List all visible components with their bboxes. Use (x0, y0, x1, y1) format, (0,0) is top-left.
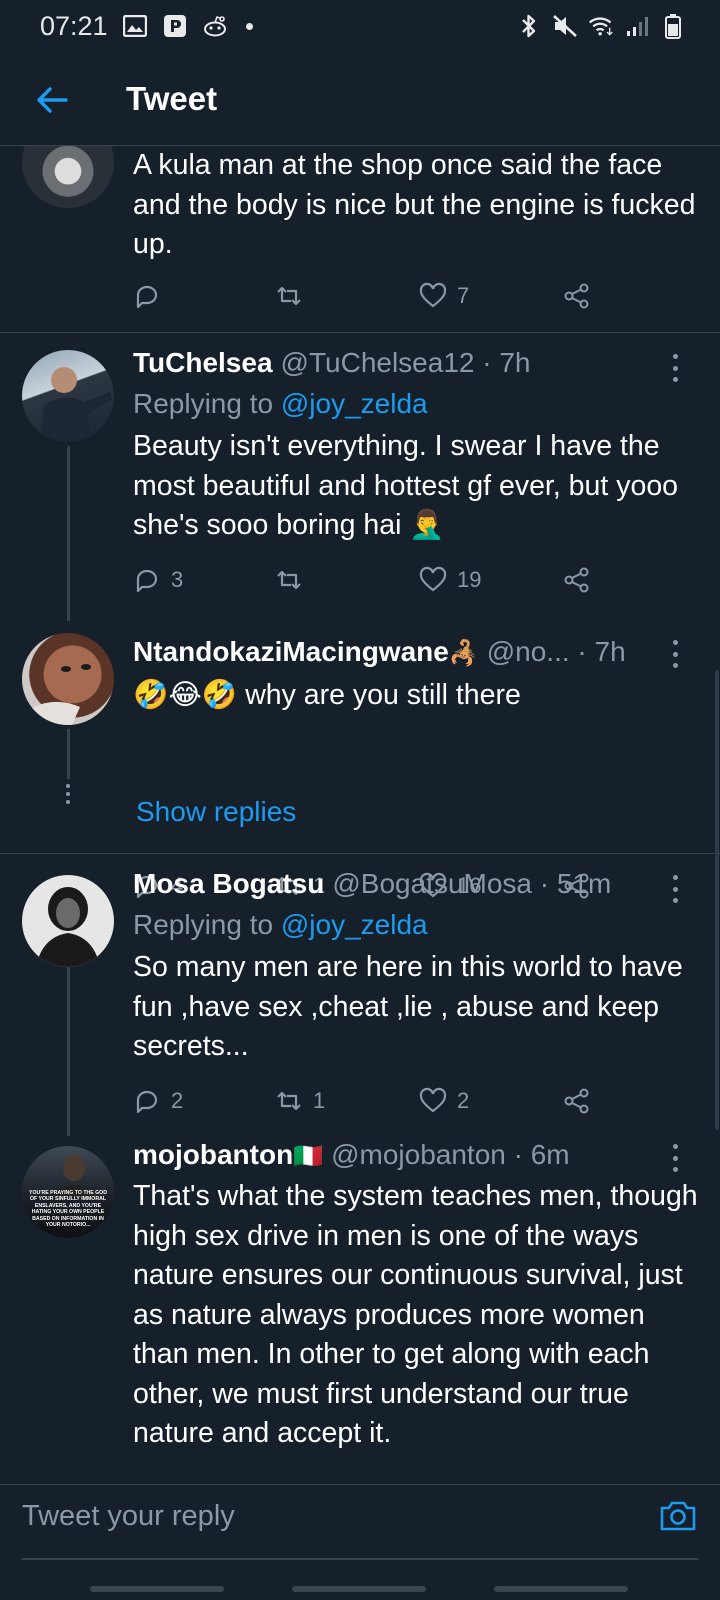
mute-icon (552, 13, 578, 39)
nav-back[interactable] (494, 1586, 628, 1592)
arrow-left-icon (37, 87, 68, 113)
app-notification-icon (162, 13, 188, 39)
reply-count: 3 (171, 567, 184, 592)
status-time: 07:21 (40, 10, 108, 41)
heart-icon (419, 566, 447, 592)
tweet-text: So many men are here in this world to ha… (133, 951, 683, 1062)
camera-icon (660, 1501, 696, 1531)
like-button[interactable]: 7 (419, 279, 469, 313)
tweet-actions: 7 (133, 279, 603, 313)
replying-to-label: Replying to (133, 388, 281, 419)
reddit-icon (202, 13, 228, 39)
gallery-icon (122, 13, 148, 39)
avatar[interactable] (22, 146, 114, 208)
bluetooth-icon (516, 13, 542, 39)
replying-to-label: Replying to (133, 909, 281, 940)
like-count: 7 (457, 283, 470, 308)
tweet-text: That's what the system teaches men, thou… (133, 1180, 698, 1449)
author-handle: @no... · 7h (486, 636, 626, 667)
more-options-button[interactable] (668, 640, 682, 668)
reply-input-underline (22, 1558, 698, 1560)
author-name[interactable]: mojobanton (133, 1139, 293, 1171)
share-icon (564, 567, 589, 593)
reply-count: 2 (171, 1088, 184, 1113)
nav-home[interactable] (292, 1586, 426, 1592)
back-button[interactable] (30, 78, 74, 122)
avatar[interactable] (22, 875, 114, 967)
heart-icon (419, 282, 447, 308)
reply-divider (0, 1484, 720, 1485)
author-handle: @mojobanton · 6m (331, 1139, 570, 1170)
avatar[interactable]: YOU'RE PRAYING TO THE GOD OF YOUR SINFUL… (22, 1146, 114, 1238)
retweet-count: 1 (313, 1088, 326, 1113)
mention-link[interactable]: @joy_zelda (281, 909, 428, 940)
replying-to: Replying to @joy_zelda (133, 388, 428, 420)
notification-dot (245, 22, 253, 30)
share-icon (564, 1088, 589, 1114)
status-bar: 07:21 (0, 0, 720, 52)
replies-list[interactable]: A kula man at the shop once said the fac… (0, 146, 720, 1484)
show-replies-link[interactable]: Show replies (136, 796, 296, 828)
tweet[interactable]: Mosa Bogatsu @BogatsuMosa · 51m Replying… (0, 853, 720, 1139)
author-name[interactable]: Mosa Bogatsu (133, 868, 324, 900)
like-button[interactable]: 19 (419, 563, 481, 597)
retweet-button[interactable] (275, 279, 313, 313)
tweet-actions: 2 1 2 (133, 1084, 603, 1118)
tweet[interactable]: A kula man at the shop once said the fac… (0, 146, 720, 332)
avatar-caption: YOU'RE PRAYING TO THE GOD OF YOUR SINFUL… (29, 1190, 107, 1229)
retweet-icon (277, 570, 301, 590)
like-count: 19 (457, 567, 482, 592)
share-button[interactable] (563, 563, 591, 597)
reply-bar: Tweet your reply (0, 1486, 720, 1560)
tweet[interactable]: YOU'RE PRAYING TO THE GOD OF YOUR SINFUL… (0, 1139, 720, 1484)
share-button[interactable] (563, 1084, 591, 1118)
author-name[interactable]: NtandokaziMacingwane (133, 636, 449, 668)
reply-button[interactable]: 3 (133, 563, 183, 597)
reply-icon (136, 285, 158, 309)
camera-button[interactable] (658, 1496, 698, 1536)
italy-flag-emoji: 🇮🇹 (293, 1143, 324, 1170)
reply-button[interactable] (133, 279, 171, 313)
retweet-icon (277, 1091, 301, 1111)
author-handle: @TuChelsea12 · 7h (280, 347, 531, 378)
reply-input[interactable]: Tweet your reply (22, 1500, 235, 1533)
author-name[interactable]: TuChelsea (133, 347, 273, 379)
scorpion-emoji: 🦂 (448, 640, 479, 667)
avatar[interactable] (22, 350, 114, 442)
share-button[interactable] (563, 279, 591, 313)
top-app-bar: Tweet (0, 62, 720, 144)
retweet-button[interactable]: 1 (275, 1084, 325, 1118)
retweet-icon (277, 286, 301, 306)
tweet[interactable]: TuChelsea @TuChelsea12 · 7h Replying to … (0, 332, 720, 630)
heart-icon (419, 1087, 447, 1113)
tweet[interactable]: NtandokaziMacingwane 🦂 @no... · 7h 🤣😂🤣 wh… (0, 630, 720, 836)
share-icon (564, 283, 589, 309)
tweet-text: 🤣😂🤣 why are you still there (133, 679, 521, 711)
mention-link[interactable]: @joy_zelda (281, 388, 428, 419)
tweet-text: A kula man at the shop once said the fac… (133, 149, 696, 260)
tweet-actions: 3 19 (133, 563, 603, 597)
page-title: Tweet (126, 80, 218, 117)
like-count: 2 (457, 1088, 470, 1113)
like-button[interactable]: 2 (419, 1084, 469, 1118)
wifi-icon (588, 13, 614, 39)
more-options-button[interactable] (668, 875, 682, 903)
signal-icon (624, 13, 650, 39)
reply-icon (136, 569, 158, 593)
tweet-text: Beauty isn't everything. I swear I have … (133, 430, 679, 541)
more-options-button[interactable] (668, 1144, 682, 1172)
reply-icon (136, 1090, 158, 1114)
reply-button[interactable]: 2 (133, 1084, 183, 1118)
battery-icon (660, 13, 686, 39)
author-handle: @BogatsuMosa · 51m (332, 868, 612, 899)
more-options-button[interactable] (668, 354, 682, 382)
avatar[interactable] (22, 633, 114, 725)
scrollbar[interactable] (715, 670, 719, 1130)
nav-recent-apps[interactable] (90, 1586, 224, 1592)
replying-to: Replying to @joy_zelda (133, 909, 428, 941)
retweet-button[interactable] (275, 563, 313, 597)
